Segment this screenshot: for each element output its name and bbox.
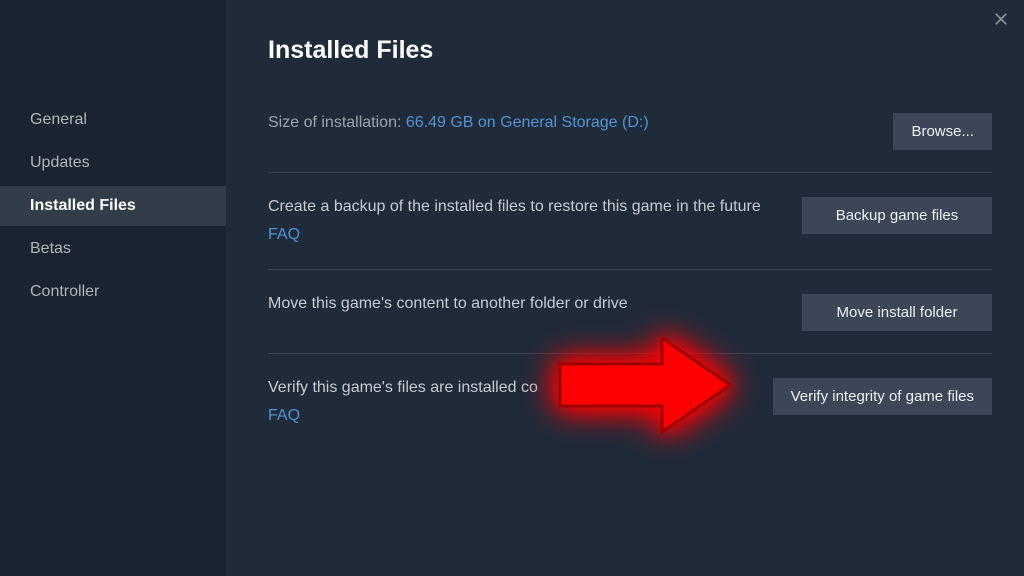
- sidebar-item-label: Installed Files: [30, 197, 136, 214]
- section-size-text: Size of installation: 66.49 GB on Genera…: [268, 111, 893, 135]
- move-description: Move this game's content to another fold…: [268, 295, 628, 312]
- main-content: Installed Files Size of installation: 66…: [226, 0, 1024, 576]
- sidebar-item-general[interactable]: General: [0, 100, 226, 140]
- verify-button[interactable]: Verify integrity of game files: [773, 378, 992, 415]
- sidebar-item-controller[interactable]: Controller: [0, 272, 226, 312]
- sidebar-item-label: Updates: [30, 154, 90, 171]
- section-verify-text: Verify this game's files are installed c…: [268, 376, 773, 428]
- backup-faq-link[interactable]: FAQ: [268, 223, 782, 247]
- sidebar-item-label: Betas: [30, 240, 71, 257]
- installation-size-link[interactable]: 66.49 GB on General Storage (D:): [406, 114, 649, 131]
- section-backup-text: Create a backup of the installed files t…: [268, 195, 802, 247]
- sidebar-item-installed-files[interactable]: Installed Files: [0, 186, 226, 226]
- page-title: Installed Files: [268, 36, 992, 65]
- browse-button[interactable]: Browse...: [893, 113, 992, 150]
- section-size: Size of installation: 66.49 GB on Genera…: [268, 111, 992, 172]
- move-button[interactable]: Move install folder: [802, 294, 992, 331]
- sidebar-item-updates[interactable]: Updates: [0, 143, 226, 183]
- sidebar-item-betas[interactable]: Betas: [0, 229, 226, 269]
- sidebar-item-label: Controller: [30, 283, 99, 300]
- backup-description: Create a backup of the installed files t…: [268, 198, 761, 215]
- sidebar: General Updates Installed Files Betas Co…: [0, 0, 226, 576]
- verify-description: Verify this game's files are installed c…: [268, 379, 538, 396]
- section-verify: Verify this game's files are installed c…: [268, 353, 992, 450]
- section-backup: Create a backup of the installed files t…: [268, 172, 992, 269]
- section-move: Move this game's content to another fold…: [268, 269, 992, 353]
- sidebar-item-label: General: [30, 111, 87, 128]
- backup-button[interactable]: Backup game files: [802, 197, 992, 234]
- section-move-text: Move this game's content to another fold…: [268, 292, 802, 316]
- close-icon[interactable]: [992, 10, 1010, 33]
- size-label: Size of installation:: [268, 114, 406, 131]
- verify-faq-link[interactable]: FAQ: [268, 404, 753, 428]
